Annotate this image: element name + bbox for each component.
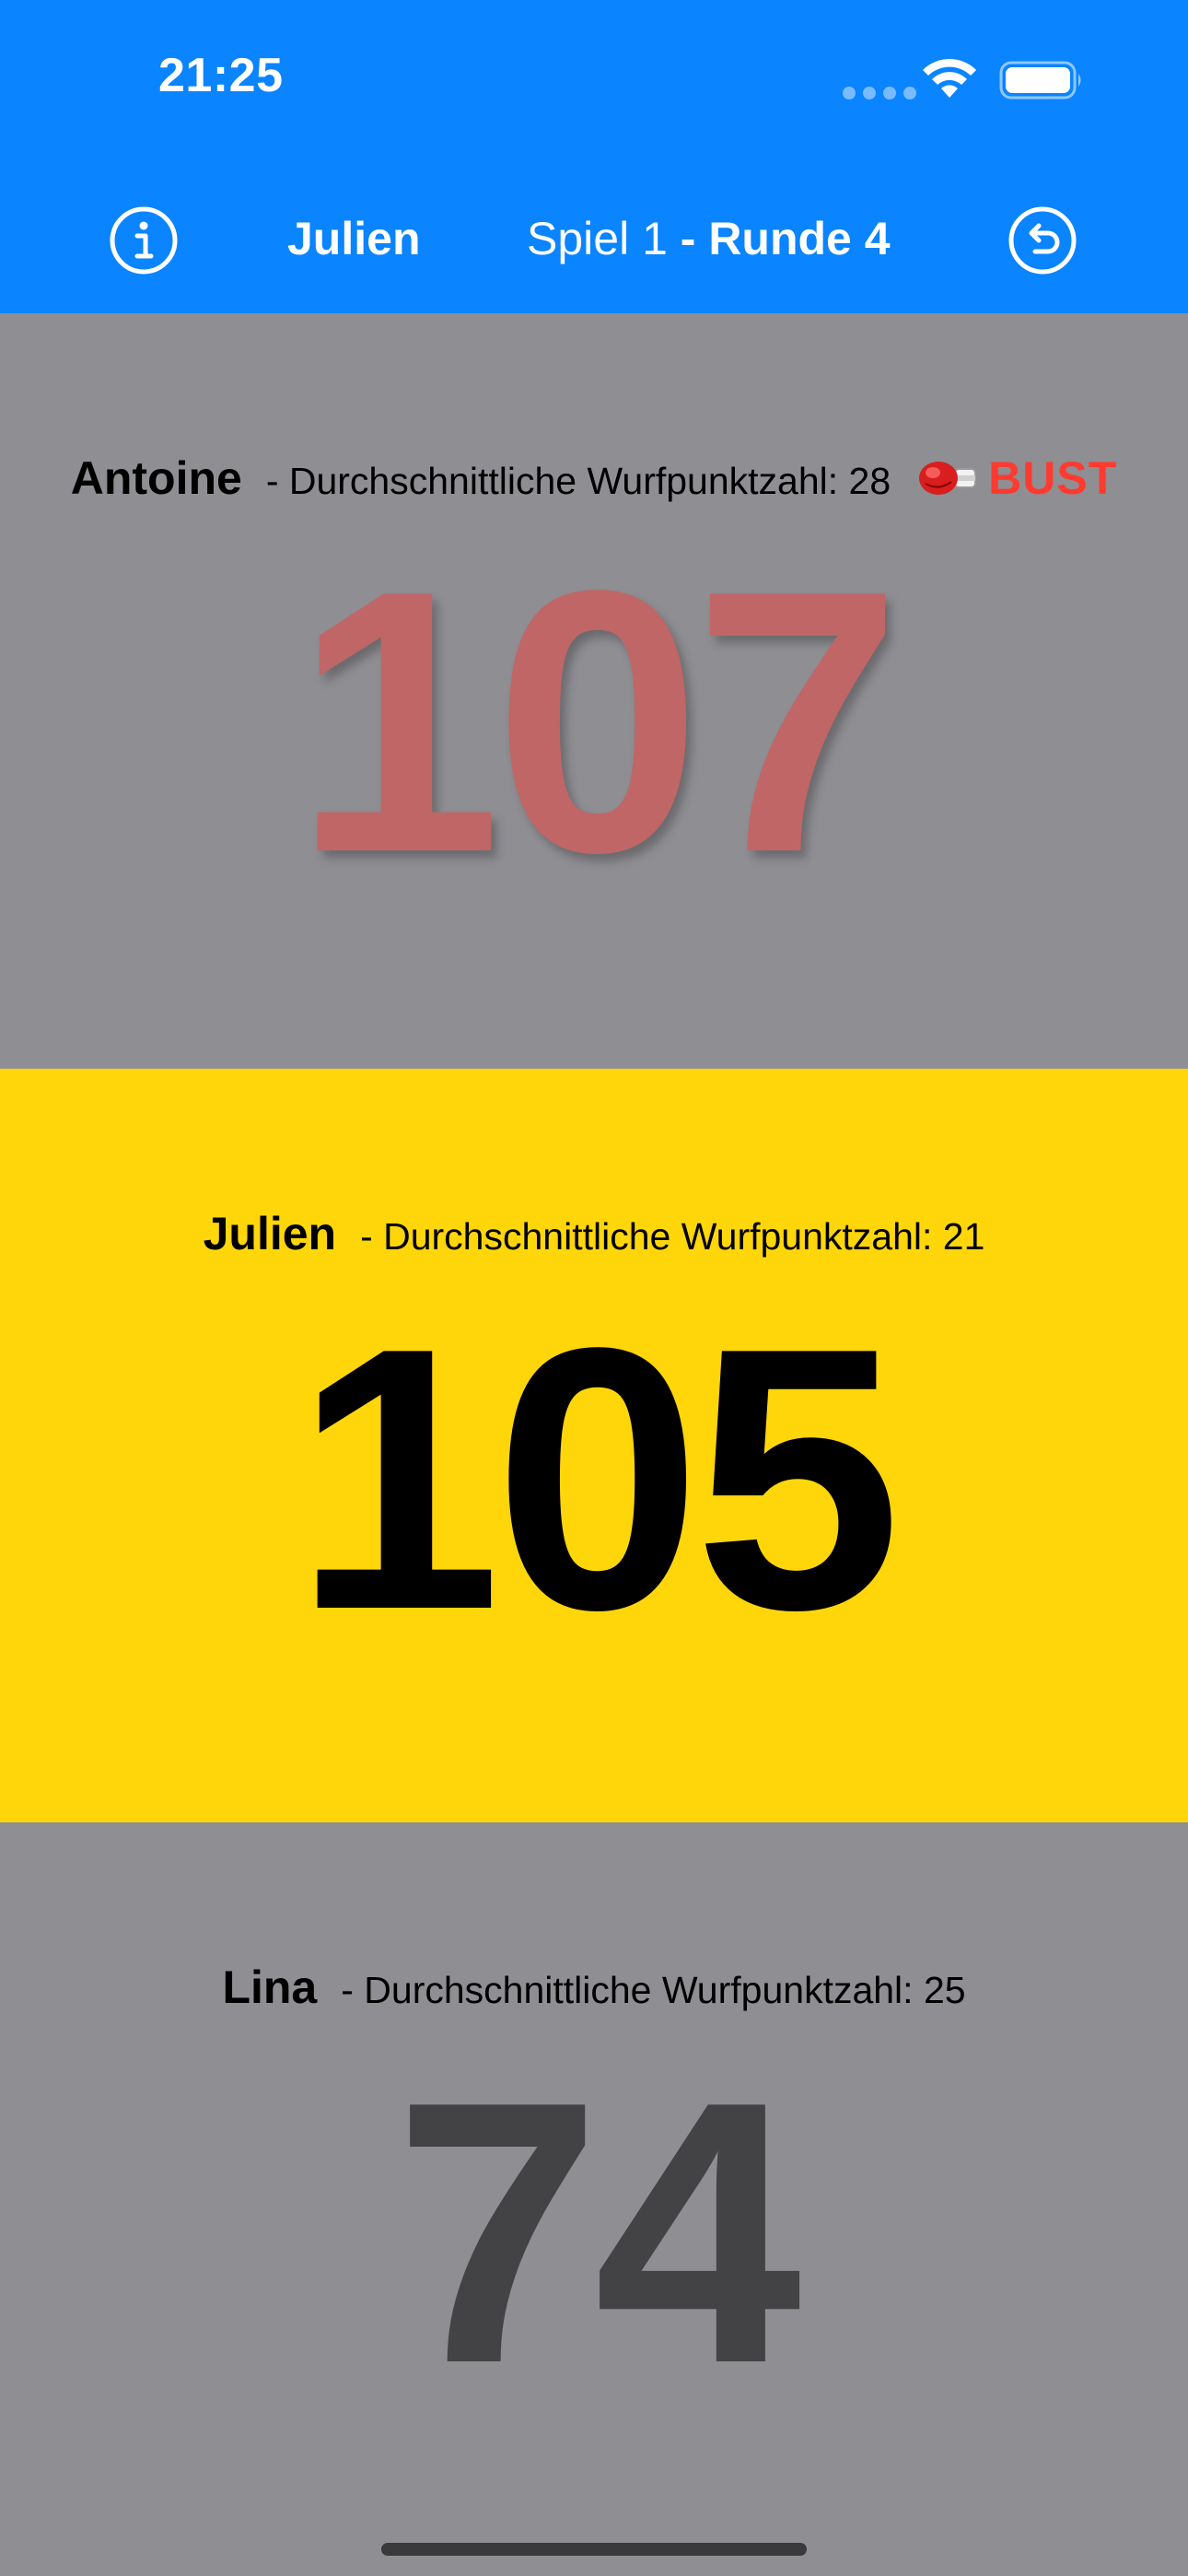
- status-time: 21:25: [158, 49, 284, 102]
- player-panel-julien[interactable]: Julien - Durchschnittliche Wurfpunktzahl…: [0, 1069, 1188, 1822]
- player-header: Lina - Durchschnittliche Wurfpunktzahl: …: [0, 1961, 1188, 2014]
- undo-arrow-circle-icon[interactable]: [1007, 205, 1077, 275]
- player-header: Julien - Durchschnittliche Wurfpunktzahl…: [0, 1207, 1188, 1260]
- home-indicator[interactable]: [381, 2543, 807, 2556]
- player-name: Antoine: [70, 452, 242, 504]
- cellular-signal-icon: [843, 87, 916, 100]
- player-name: Lina: [222, 1961, 318, 2013]
- current-player-title: Julien: [287, 213, 421, 264]
- remaining-score: 74: [393, 2023, 801, 2441]
- game-round-title: Spiel 1 - Runde 4: [527, 212, 891, 265]
- top-bar: 21:25 Julien Spiel 1 - Runde 4: [0, 0, 1188, 313]
- player-panel-lina[interactable]: Lina - Durchschnittliche Wurfpunktzahl: …: [0, 1822, 1188, 2576]
- average-score-text: - Durchschnittliche Wurfpunktzahl: 21: [360, 1215, 985, 1258]
- bust-label: BUST: [988, 452, 1118, 504]
- battery-icon: [999, 61, 1081, 100]
- boxing-glove-icon: [919, 462, 977, 495]
- remaining-score: 107: [294, 512, 902, 930]
- wifi-icon: [923, 58, 976, 98]
- average-score-text: - Durchschnittliche Wurfpunktzahl: 28: [265, 460, 891, 502]
- info-circle-icon[interactable]: [109, 205, 179, 275]
- bust-badge: BUST: [918, 451, 1117, 505]
- player-name: Julien: [203, 1208, 337, 1259]
- round-label: - Runde 4: [667, 213, 891, 264]
- average-score-text: - Durchschnittliche Wurfpunktzahl: 25: [341, 1969, 966, 2011]
- game-label: Spiel 1: [527, 213, 668, 264]
- remaining-score: 105: [294, 1270, 902, 1687]
- player-header: Antoine - Durchschnittliche Wurfpunktzah…: [0, 451, 1188, 505]
- player-panel-antoine[interactable]: Antoine - Durchschnittliche Wurfpunktzah…: [0, 313, 1188, 1069]
